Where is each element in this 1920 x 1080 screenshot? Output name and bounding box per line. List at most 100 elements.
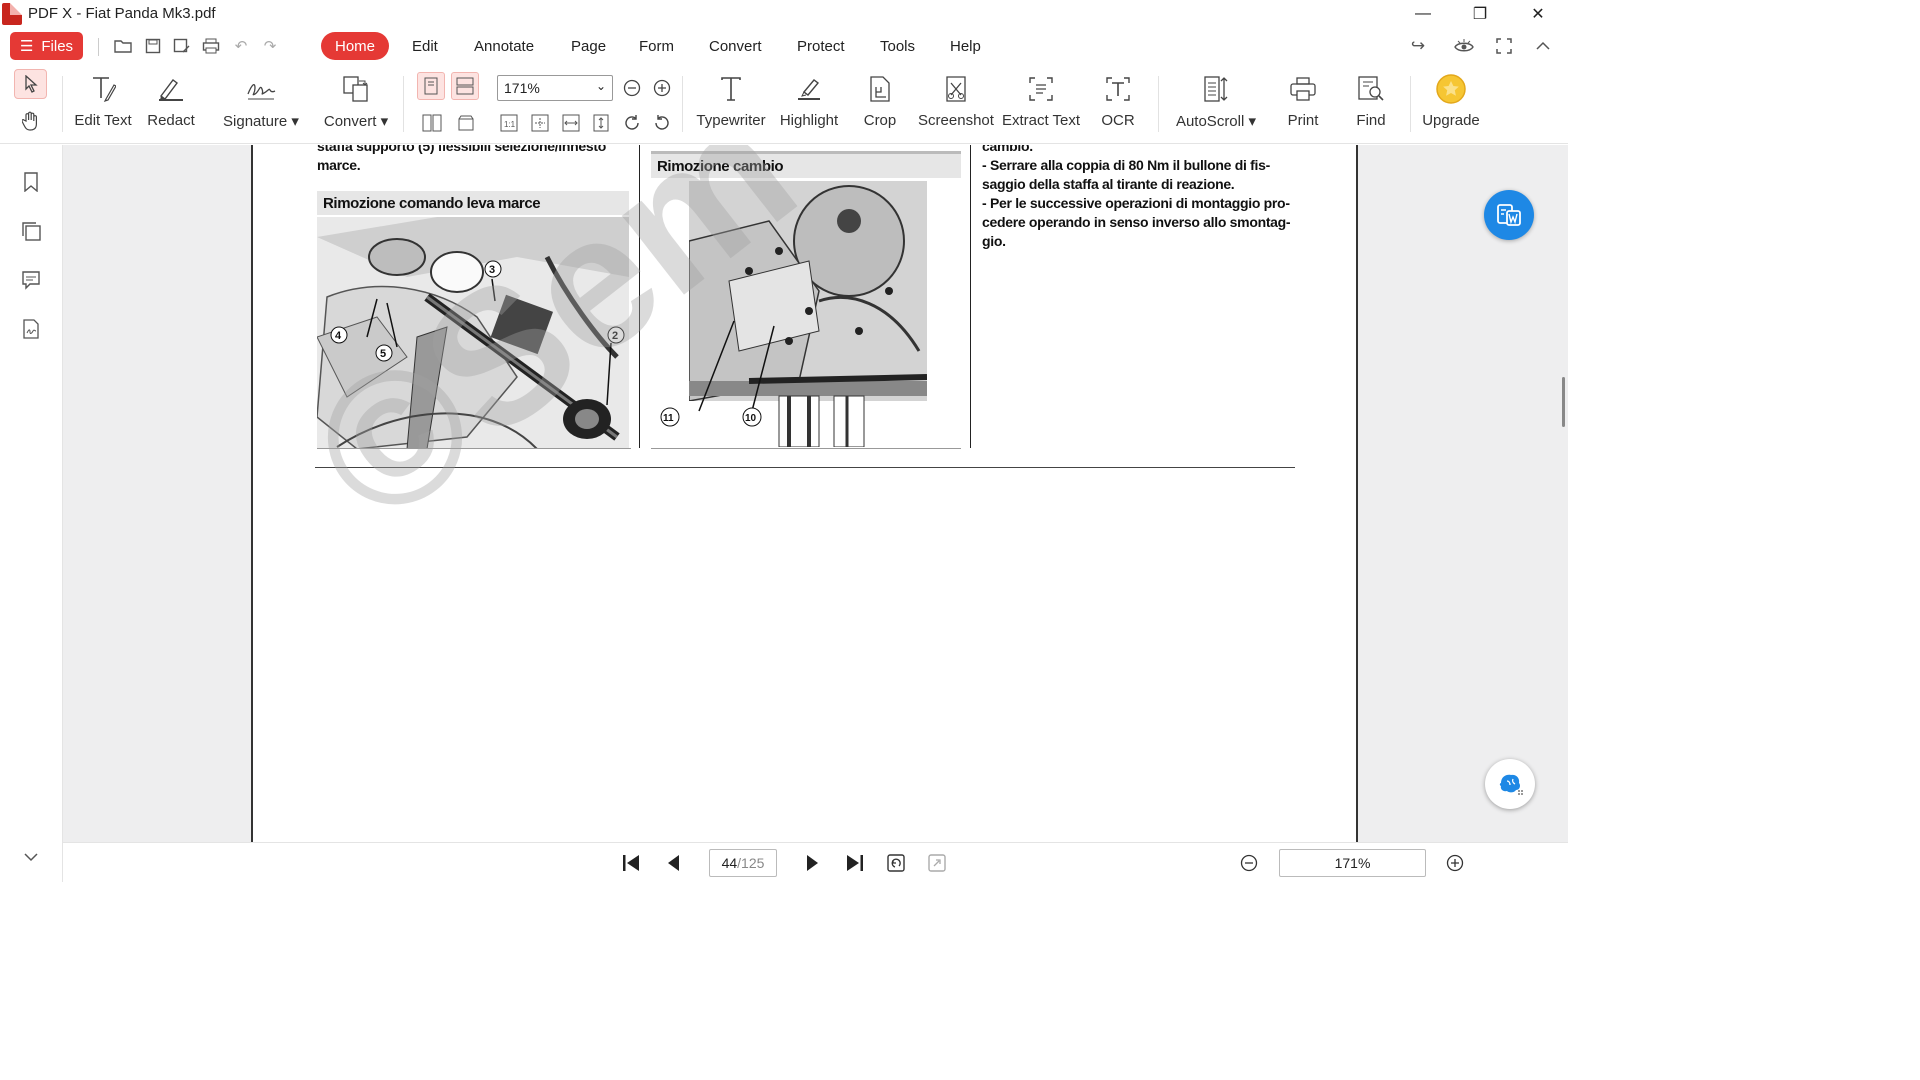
pages-thumbnail-icon[interactable] (19, 219, 43, 243)
page-number-field[interactable]: 44 /125 (709, 849, 777, 877)
comments-icon[interactable] (19, 268, 43, 292)
bookmark-icon[interactable] (19, 170, 43, 194)
status-bar: 44 /125 171% (63, 842, 1568, 882)
chevron-down-icon[interactable] (19, 845, 43, 869)
zoom-in-icon[interactable] (651, 77, 673, 99)
previous-page-button[interactable] (661, 851, 687, 875)
collapse-ribbon-icon[interactable] (1533, 36, 1553, 56)
screenshot-icon (939, 72, 973, 106)
svg-text:1:1: 1:1 (504, 120, 516, 129)
crop-button[interactable]: Crop (858, 72, 902, 138)
open-folder-icon[interactable] (113, 36, 133, 56)
signature-label: Signature ▾ (223, 113, 299, 130)
extract-text-button[interactable]: Extract Text (1002, 72, 1080, 138)
document-viewport[interactable]: staffa supporto (5) flessibili selezione… (63, 145, 1568, 842)
edit-text-icon (86, 72, 120, 106)
close-button[interactable]: ✕ (1515, 0, 1561, 28)
first-page-icon (623, 855, 639, 871)
fit-page-icon[interactable] (529, 112, 551, 134)
signatures-panel-icon[interactable] (19, 317, 43, 341)
tab-convert[interactable]: Convert (695, 32, 776, 60)
redo-icon[interactable]: ↷ (260, 36, 280, 56)
share-icon[interactable]: ↪ (1408, 36, 1428, 56)
typewriter-icon (714, 72, 748, 106)
crop-icon (863, 72, 897, 106)
zoom-out-icon[interactable] (621, 77, 643, 99)
divider (1410, 76, 1411, 132)
autoscroll-icon (1199, 72, 1233, 106)
vertical-scrollbar-thumb[interactable] (1562, 377, 1565, 427)
highlight-icon (792, 72, 826, 106)
reading-mode-icon[interactable] (1454, 36, 1474, 56)
typewriter-button[interactable]: Typewriter (694, 72, 768, 138)
rotate-counterclockwise-icon[interactable] (651, 112, 673, 134)
two-page-view-icon[interactable] (421, 112, 443, 134)
pdf-page: staffa supporto (5) flessibili selezione… (251, 145, 1358, 842)
actual-size-icon[interactable]: 1:1 (498, 112, 520, 134)
convert-button[interactable]: Convert ▾ (318, 72, 394, 138)
cover-view-icon[interactable] (455, 112, 477, 134)
tab-annotate[interactable]: Annotate (460, 32, 548, 60)
tab-form[interactable]: Form (625, 32, 688, 60)
fullscreen-icon[interactable] (1494, 36, 1514, 56)
ocr-button[interactable]: OCR (1098, 72, 1138, 138)
first-page-button[interactable] (618, 851, 644, 875)
convert-label: Convert ▾ (323, 113, 389, 130)
pdf-to-word-button[interactable] (1484, 190, 1534, 240)
tab-help[interactable]: Help (936, 32, 995, 60)
zoom-out-button[interactable] (1236, 851, 1262, 875)
divider (1158, 76, 1159, 132)
highlight-button[interactable]: Highlight (776, 72, 842, 138)
zoom-select[interactable]: 171% ⌄ (497, 75, 613, 101)
tab-page[interactable]: Page (557, 32, 620, 60)
printer-icon (1286, 72, 1320, 106)
previous-view-button[interactable] (883, 851, 909, 875)
tab-protect[interactable]: Protect (783, 32, 859, 60)
ribbon-toolbar: Edit Text Redact Signature ▾ Convert ▾ 1… (0, 66, 1568, 144)
files-button[interactable]: ☰ Files (10, 32, 83, 60)
edit-text-button[interactable]: Edit Text (72, 72, 134, 138)
tab-edit[interactable]: Edit (398, 32, 452, 60)
text-line: cambio. (982, 145, 1033, 154)
redact-label: Redact (147, 112, 195, 129)
upgrade-button[interactable]: Upgrade (1420, 72, 1482, 138)
zoom-in-button[interactable] (1442, 851, 1468, 875)
restore-button[interactable]: ❐ (1457, 0, 1503, 28)
zoom-level-field[interactable]: 171% (1279, 849, 1426, 877)
crop-label: Crop (863, 112, 897, 129)
continuous-view-button[interactable] (451, 72, 479, 100)
find-button[interactable]: Find (1352, 72, 1390, 138)
divider (682, 76, 683, 132)
save-icon[interactable] (143, 36, 163, 56)
ai-assistant-button[interactable] (1485, 759, 1535, 809)
rotate-clockwise-icon[interactable] (621, 112, 643, 134)
signature-button[interactable]: Signature ▾ (216, 72, 306, 138)
ocr-icon (1101, 72, 1135, 106)
autoscroll-button[interactable]: AutoScroll ▾ (1172, 72, 1260, 138)
text-line: gio. (982, 233, 1006, 249)
print-button[interactable]: Print (1284, 72, 1322, 138)
hamburger-icon: ☰ (19, 38, 34, 55)
next-view-button[interactable] (924, 851, 950, 875)
fit-visible-icon[interactable] (590, 112, 612, 134)
single-page-view-button[interactable] (417, 72, 445, 100)
tab-tools[interactable]: Tools (866, 32, 929, 60)
last-page-icon (847, 855, 863, 871)
next-page-button[interactable] (799, 851, 825, 875)
fit-width-icon[interactable] (560, 112, 582, 134)
undo-icon[interactable]: ↶ (231, 36, 251, 56)
current-page: 44 (721, 855, 738, 871)
print-quick-icon[interactable] (201, 36, 221, 56)
select-tool-button[interactable] (14, 69, 47, 99)
last-page-button[interactable] (842, 851, 868, 875)
divider (403, 76, 404, 132)
save-as-icon[interactable] (172, 36, 192, 56)
hand-tool-button[interactable] (14, 106, 47, 136)
autoscroll-label: AutoScroll ▾ (1175, 113, 1257, 130)
tab-home[interactable]: Home (321, 32, 390, 60)
extract-text-icon (1024, 72, 1058, 106)
minimize-button[interactable]: — (1400, 0, 1446, 28)
screenshot-button[interactable]: Screenshot (918, 72, 994, 138)
redact-button[interactable]: Redact (143, 72, 199, 138)
typewriter-label: Typewriter (696, 112, 766, 129)
